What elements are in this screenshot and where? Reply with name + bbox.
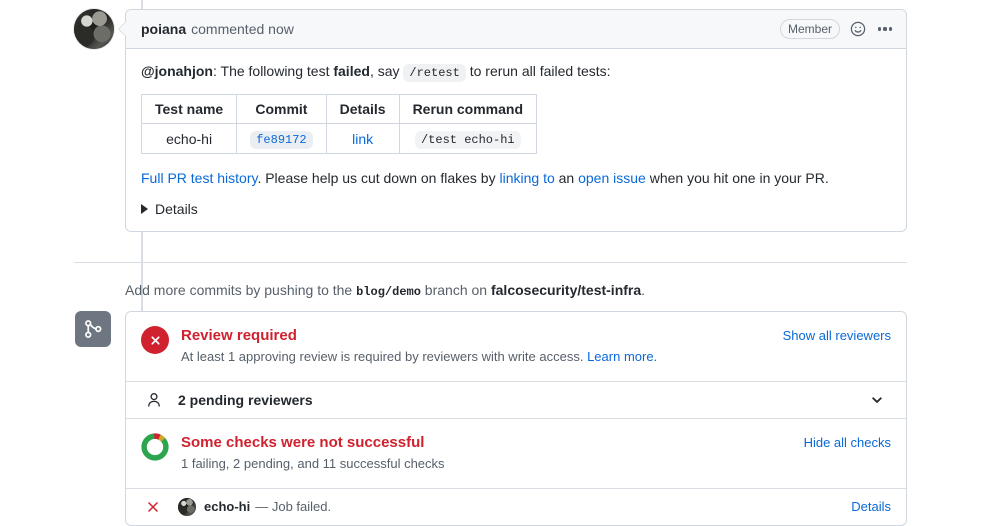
intro-text-3: to rerun all failed tests:: [465, 63, 611, 79]
test-results-table: Test name Commit Details Rerun command e…: [140, 94, 538, 154]
flakes-text-3: when you hit one in your PR.: [645, 170, 829, 186]
comment-pointer: [118, 21, 127, 37]
comment-author[interactable]: poiana: [141, 21, 186, 37]
checks-status-text: Some checks were not successful 1 failin…: [181, 433, 792, 474]
details-link[interactable]: link: [352, 131, 373, 147]
smiley-icon[interactable]: [849, 20, 867, 38]
person-icon: [146, 392, 162, 408]
comment-header: poiana commented now Member: [126, 10, 906, 49]
table-row: echo-hi fe89172 link /test echo-hi: [140, 123, 538, 154]
column-test-name: Test name: [140, 94, 238, 124]
merge-status-box: Review required At least 1 approving rev…: [125, 311, 907, 526]
avatar-image: [74, 9, 114, 49]
flakes-text-1: . Please help us cut down on flakes by: [257, 170, 500, 186]
intro-failed-word: failed: [333, 63, 370, 79]
x-mark-icon: [146, 499, 162, 515]
rerun-command-code: /test echo-hi: [414, 131, 521, 149]
merge-box-pointer: [126, 324, 127, 340]
commit-sha-link[interactable]: fe89172: [250, 131, 313, 149]
review-required-title: Review required: [181, 327, 297, 344]
add-commits-hint: Add more commits by pushing to the blog/…: [125, 282, 645, 299]
checks-status-subtitle: 1 failing, 2 pending, and 11 successful …: [181, 456, 445, 471]
repository-name: falcosecurity/test-infra: [490, 282, 642, 298]
timeline-divider: [74, 262, 907, 263]
check-details-link[interactable]: Details: [851, 499, 891, 514]
details-disclosure[interactable]: Details: [141, 201, 891, 217]
comment-header-actions: Member: [779, 19, 894, 39]
review-required-text: Review required At least 1 approving rev…: [181, 326, 771, 367]
comment-intro-line: @jonahjon: The following test failed, sa…: [141, 61, 891, 82]
error-circle-icon: [141, 326, 169, 354]
details-summary-label: Details: [155, 201, 198, 217]
learn-more-link[interactable]: Learn more.: [587, 349, 657, 364]
hide-all-checks-link[interactable]: Hide all checks: [804, 433, 891, 450]
intro-text-1: : The following test: [212, 63, 334, 79]
linking-to-link[interactable]: linking to: [499, 170, 554, 186]
review-subtitle-text: At least 1 approving review is required …: [181, 349, 584, 365]
git-merge-icon: [75, 311, 111, 347]
column-details: Details: [325, 94, 400, 124]
chevron-down-icon[interactable]: [870, 393, 884, 407]
pending-reviewers-section[interactable]: 2 pending reviewers: [126, 382, 906, 419]
checks-status-section: Some checks were not successful 1 failin…: [126, 419, 906, 489]
member-badge: Member: [779, 19, 840, 39]
avatar[interactable]: [74, 9, 114, 49]
push-text-3: .: [641, 282, 646, 298]
check-name[interactable]: echo-hi: [204, 499, 250, 514]
open-issue-link[interactable]: open issue: [578, 170, 646, 186]
push-text-1: Add more commits by pushing to the: [125, 282, 357, 298]
comment-box: poiana commented now Member @jonahjon: T…: [118, 9, 907, 232]
column-commit: Commit: [236, 94, 327, 124]
review-required-subtitle: At least 1 approving review is required …: [181, 347, 771, 367]
retest-command-code: /retest: [403, 64, 466, 82]
intro-text-2: , say: [369, 63, 404, 79]
checks-status-title: Some checks were not successful: [181, 433, 425, 451]
triangle-right-icon: [141, 204, 148, 214]
check-description: — Job failed.: [255, 499, 332, 514]
check-avatar: [178, 497, 196, 516]
cell-details: link: [325, 123, 400, 154]
flakes-line: Full PR test history. Please help us cut…: [141, 168, 891, 189]
show-all-reviewers-link[interactable]: Show all reviewers: [783, 326, 891, 343]
pull-request-timeline: poiana commented now Member @jonahjon: T…: [0, 0, 1000, 526]
check-list-item: echo-hi — Job failed. Details: [126, 489, 906, 525]
push-text-2: branch on: [420, 282, 491, 298]
branch-name: blog/demo: [356, 285, 421, 299]
cell-rerun-command: /test echo-hi: [398, 123, 538, 154]
more-options-icon[interactable]: [876, 20, 894, 38]
table-header-row: Test name Commit Details Rerun command: [140, 94, 538, 124]
comment-body: @jonahjon: The following test failed, sa…: [126, 49, 906, 231]
pending-reviewers-label: 2 pending reviewers: [178, 391, 313, 408]
column-rerun-command: Rerun command: [398, 94, 538, 124]
cell-commit: fe89172: [236, 123, 327, 154]
full-pr-test-history-link[interactable]: Full PR test history: [141, 170, 257, 186]
mention[interactable]: @jonahjon: [141, 63, 213, 79]
cell-test-name: echo-hi: [140, 123, 238, 154]
flakes-text-2: an: [554, 170, 579, 186]
checks-donut-icon: [141, 433, 169, 461]
review-required-section: Review required At least 1 approving rev…: [126, 312, 906, 382]
check-avatar-image: [178, 497, 196, 516]
comment-timestamp: commented now: [191, 21, 294, 37]
